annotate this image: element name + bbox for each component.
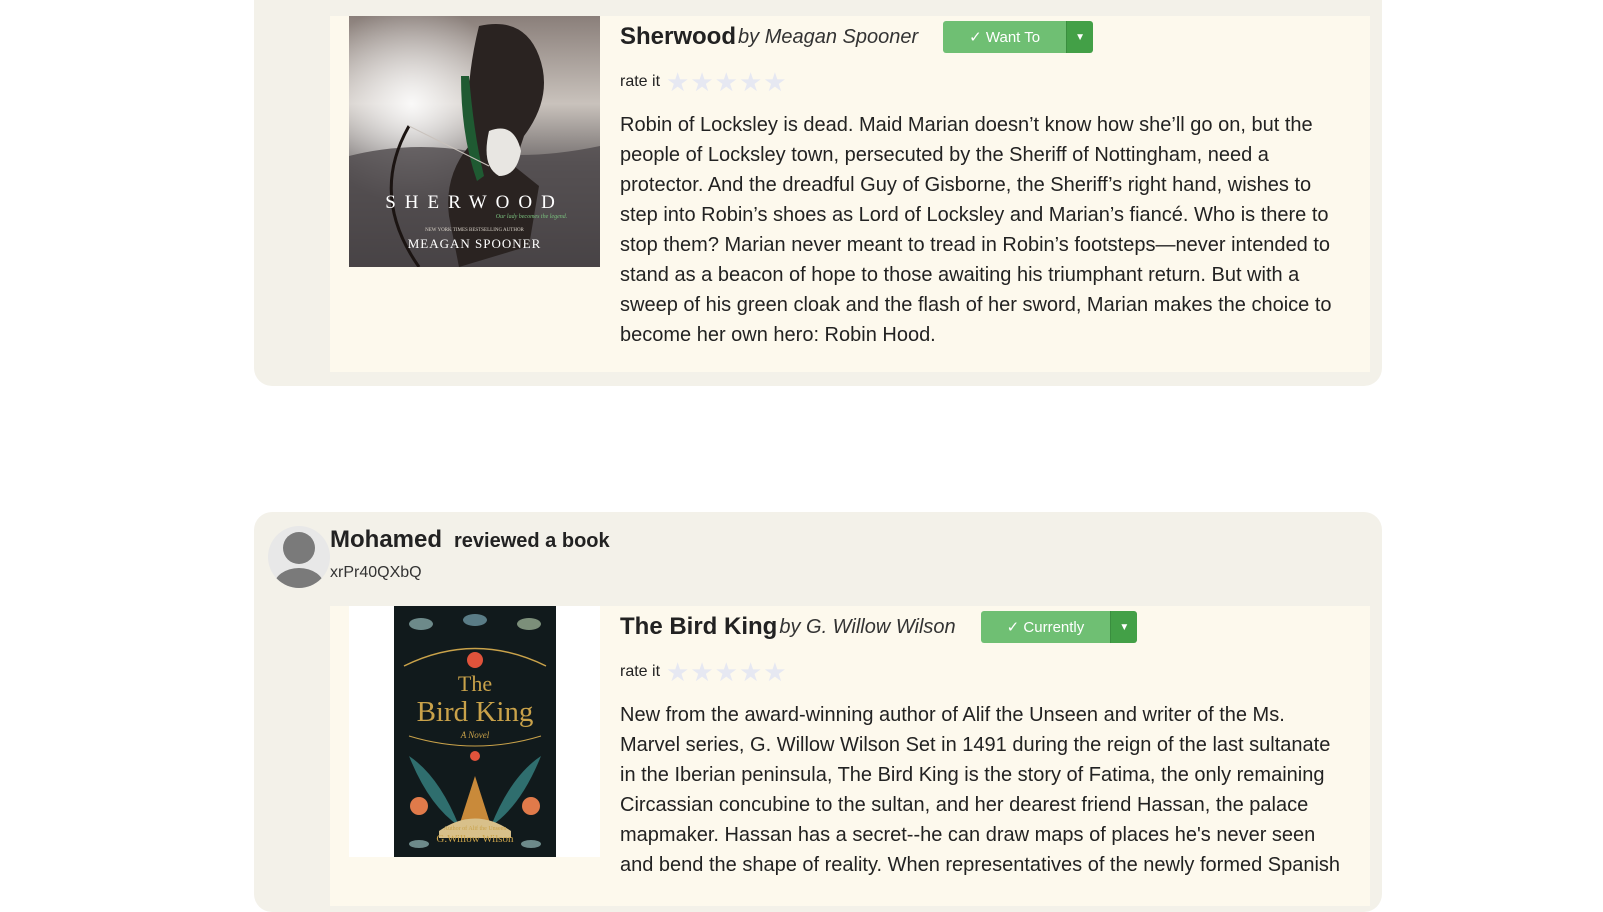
- star-icon[interactable]: ★: [763, 659, 786, 685]
- book-description: New from the award-winning author of Ali…: [620, 704, 1341, 876]
- book-panel: SHERWOOD Our lady becomes the legend. NE…: [330, 16, 1370, 372]
- caret-down-icon: ▼: [1119, 621, 1130, 633]
- star-icon[interactable]: ★: [666, 659, 689, 685]
- reviewer-header: Mohamed reviewed a book xrPr40QXbQ: [268, 526, 610, 588]
- book-title[interactable]: The Bird King: [620, 613, 777, 641]
- book-description: Robin of Locksley is dead. Maid Marian d…: [620, 114, 1332, 346]
- cover-banner: NEW YORK TIMES BESTSELLING AUTHOR: [425, 228, 524, 233]
- star-icon[interactable]: ★: [666, 69, 689, 95]
- shelf-dropdown-button[interactable]: ▼: [1066, 21, 1094, 53]
- feed-item-sherwood: SHERWOOD Our lady becomes the legend. NE…: [254, 0, 1382, 386]
- cover-subtitle: A Novel: [460, 730, 490, 740]
- shelf-dropdown-button[interactable]: ▼: [1110, 611, 1138, 643]
- book-info: The Bird King by G. Willow Wilson ✓ Curr…: [620, 606, 1360, 880]
- rating-row: rate it ★ ★ ★ ★ ★: [620, 68, 1360, 96]
- cover-author: MEAGAN SPOONER: [407, 236, 542, 251]
- star-icon[interactable]: ★: [690, 659, 713, 685]
- reviewer-name[interactable]: Mohamed: [330, 526, 442, 554]
- star-icon[interactable]: ★: [739, 659, 762, 685]
- book-cover-sherwood[interactable]: SHERWOOD Our lady becomes the legend. NE…: [349, 16, 600, 267]
- book-info: Sherwood by Meagan Spooner ✓ Want To ▼ r…: [620, 16, 1360, 350]
- default-user-avatar-icon[interactable]: [268, 526, 330, 588]
- book-title-row: Sherwood by Meagan Spooner ✓ Want To ▼: [620, 16, 1360, 58]
- reviewer-action: reviewed a book: [454, 530, 610, 552]
- want-to-read-button[interactable]: ✓ Want To: [943, 21, 1067, 53]
- cover-byline: Author of Alif the Unseen: [443, 826, 507, 832]
- book-panel: The Bird King A Novel Author of Alif the…: [330, 606, 1370, 906]
- cover-title: SHERWOOD: [385, 192, 564, 213]
- caret-down-icon: ▼: [1075, 31, 1086, 43]
- cover-author: G.Willow Wilson: [436, 833, 514, 845]
- star-icon[interactable]: ★: [715, 659, 738, 685]
- cover-title-line1: The: [457, 671, 493, 696]
- book-author[interactable]: by G. Willow Wilson: [779, 616, 955, 639]
- shelf-button-group: ✓ Currently ▼: [980, 611, 1138, 643]
- reviewer-text: Mohamed reviewed a book xrPr40QXbQ: [330, 526, 610, 588]
- cover-tagline: Our lady becomes the legend.: [495, 214, 568, 220]
- rate-it-label: rate it: [620, 73, 661, 90]
- shelf-button-group: ✓ Want To ▼: [943, 21, 1094, 53]
- star-icon[interactable]: ★: [715, 69, 738, 95]
- currently-reading-button[interactable]: ✓ Currently: [980, 611, 1111, 643]
- feed-item-bird-king: Mohamed reviewed a book xrPr40QXbQ The B…: [254, 512, 1382, 912]
- book-author[interactable]: by Meagan Spooner: [738, 26, 918, 49]
- star-icon[interactable]: ★: [763, 69, 786, 95]
- star-icon[interactable]: ★: [690, 69, 713, 95]
- reviewer-line: Mohamed reviewed a book: [330, 526, 610, 560]
- reviewer-handle: xrPr40QXbQ: [330, 564, 422, 581]
- book-cover-bird-king[interactable]: The Bird King A Novel Author of Alif the…: [349, 606, 600, 857]
- book-title-row: The Bird King by G. Willow Wilson ✓ Curr…: [620, 606, 1360, 648]
- cover-title-line2: Bird King: [416, 696, 534, 728]
- rate-it-label: rate it: [620, 663, 661, 680]
- rating-row: rate it ★ ★ ★ ★ ★: [620, 658, 1360, 686]
- star-icon[interactable]: ★: [739, 69, 762, 95]
- book-title[interactable]: Sherwood: [620, 23, 736, 51]
